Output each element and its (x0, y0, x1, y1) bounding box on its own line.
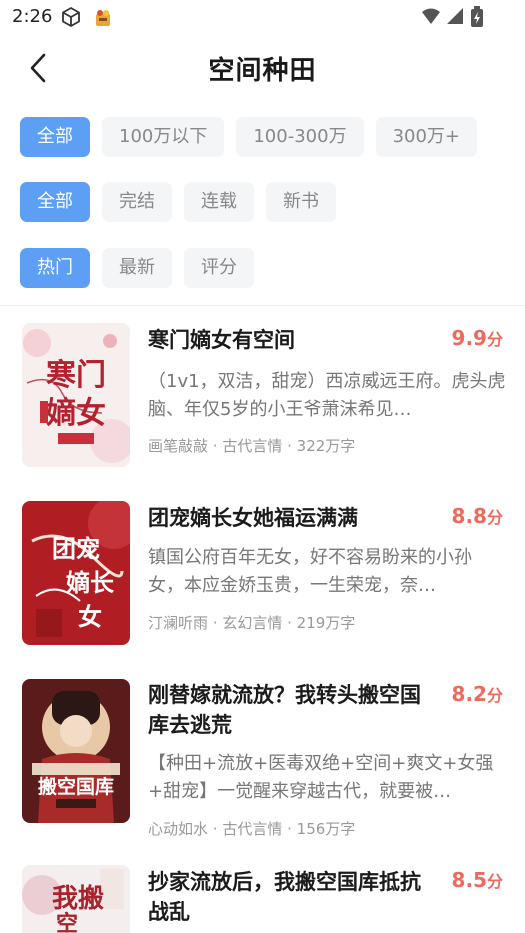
sort-hot[interactable]: 热门 (20, 248, 90, 288)
book-description: 镇国公府百年无女，好不容易盼来的小孙女，本应金娇玉贵，一生荣宠，奈… (148, 547, 472, 596)
filter-words-all[interactable]: 全部 (20, 117, 90, 157)
signal-icon (446, 6, 464, 30)
book-meta: 画笔敲敲 · 古代言情 · 322万字 (148, 437, 356, 455)
book-score: 9.9分 (452, 326, 503, 350)
filter-status-all[interactable]: 全部 (20, 182, 90, 222)
book-genre: 古代言情 (222, 820, 283, 838)
svg-text:团宠: 团宠 (52, 534, 100, 563)
book-score: 8.8分 (452, 504, 503, 528)
book-word-count: 322万字 (296, 437, 356, 455)
filter-status-serializing[interactable]: 连载 (184, 182, 254, 222)
book-description: 【种田+流放+医毒双绝+空间+爽文+女强+甜宠】一觉醒来穿越古代，就要被… (148, 753, 494, 802)
book-cover[interactable]: 我搬 空 (22, 865, 130, 933)
filter-words-under-1m[interactable]: 100万以下 (102, 117, 225, 157)
score-unit: 分 (486, 686, 503, 705)
status-time: 2:26 (12, 6, 53, 27)
book-author: 画笔敲敲 (148, 437, 209, 455)
book-genre: 玄幻言情 (222, 614, 283, 632)
score-value: 8.8 (451, 504, 487, 528)
svg-text:女: 女 (78, 602, 102, 631)
word-count-filter: 全部 100万以下 100-300万 300万+ (20, 117, 478, 157)
header: 空间种田 (0, 40, 525, 96)
battery-icon (470, 6, 484, 32)
book-title[interactable]: 团宠嫡长女她福运满满 (148, 503, 438, 533)
book-meta: 汀澜听雨 · 玄幻言情 · 219万字 (148, 614, 356, 632)
page-title: 空间种田 (208, 56, 317, 86)
book-word-count: 156万字 (296, 820, 356, 838)
book-title[interactable]: 刚替嫁就流放？我转头搬空国库去逃荒 (148, 680, 438, 740)
book-title[interactable]: 抄家流放后，我搬空国库抵抗战乱 (148, 867, 438, 927)
book-item[interactable]: 团宠 嫡长 女 团宠嫡长女她福运满满 8.8分 镇国公府百年无女，好不容易盼来的… (0, 501, 525, 651)
svg-text:嫡女: 嫡女 (46, 396, 106, 431)
svg-text:我搬: 我搬 (52, 883, 104, 914)
filter-status-new[interactable]: 新书 (266, 182, 336, 222)
divider (0, 305, 525, 306)
sort-rating[interactable]: 评分 (184, 248, 254, 288)
status-bar: 2:26 (0, 0, 525, 34)
wifi-icon (421, 6, 441, 30)
score-unit: 分 (486, 872, 503, 891)
filter-words-1m-3m[interactable]: 100-300万 (236, 117, 364, 157)
status-filter: 全部 完结 连载 新书 (20, 182, 336, 222)
score-value: 8.5 (451, 868, 487, 892)
svg-text:搬空国库: 搬空国库 (38, 775, 114, 798)
filter-words-over-3m[interactable]: 300万+ (375, 117, 478, 157)
book-item[interactable]: 我搬 空 抄家流放后，我搬空国库抵抗战乱 8.5分 (0, 865, 525, 933)
book-description: （1v1，双洁，甜宠）西凉威远王府。虎头虎脑、年仅5岁的小王爷萧沫希见… (148, 371, 506, 420)
book-meta: 心动如水 · 古代言情 · 156万字 (148, 820, 356, 838)
svg-text:空: 空 (56, 911, 78, 933)
score-value: 8.2 (451, 682, 487, 706)
sort-latest[interactable]: 最新 (102, 248, 172, 288)
book-author: 汀澜听雨 (148, 614, 209, 632)
book-author: 心动如水 (148, 820, 209, 838)
book-genre: 古代言情 (222, 437, 283, 455)
cube-icon (60, 6, 82, 32)
book-score: 8.5分 (452, 868, 503, 892)
sort-filter: 热门 最新 评分 (20, 248, 254, 288)
book-score: 8.2分 (452, 682, 503, 706)
app-notification-icon (92, 6, 114, 32)
score-unit: 分 (486, 330, 503, 349)
book-item[interactable]: 寒门 嫡女 寒门嫡女有空间 9.9分 （1v1，双洁，甜宠）西凉威远王府。虎头虎… (0, 323, 525, 473)
book-cover[interactable]: 寒门 嫡女 (22, 323, 130, 467)
score-value: 9.9 (451, 326, 487, 350)
book-word-count: 219万字 (296, 614, 356, 632)
svg-text:寒门: 寒门 (46, 358, 106, 393)
book-cover[interactable]: 搬空国库 (22, 679, 130, 823)
svg-text:嫡长: 嫡长 (66, 568, 115, 597)
book-item[interactable]: 搬空国库 刚替嫁就流放？我转头搬空国库去逃荒 8.2分 【种田+流放+医毒双绝+… (0, 679, 525, 839)
score-unit: 分 (486, 508, 503, 527)
book-title[interactable]: 寒门嫡女有空间 (148, 325, 438, 355)
filter-status-completed[interactable]: 完结 (102, 182, 172, 222)
book-cover[interactable]: 团宠 嫡长 女 (22, 501, 130, 645)
